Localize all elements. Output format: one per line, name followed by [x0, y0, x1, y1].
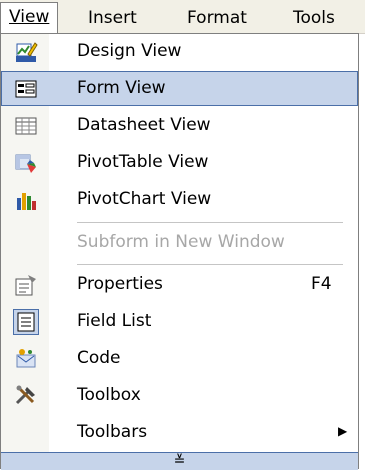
menu-insert-label: Insert — [88, 8, 137, 28]
submenu-arrow-icon: ▶ — [338, 424, 348, 438]
form-view-icon — [14, 77, 38, 101]
menu-separator — [77, 264, 343, 265]
menu-item-field-list[interactable]: Field List — [1, 304, 358, 339]
menu-separator — [77, 222, 343, 223]
expand-menu-button[interactable]: ≚ — [1, 452, 358, 470]
code-icon — [14, 347, 38, 371]
menu-item-properties[interactable]: Properties F4 — [1, 267, 358, 302]
menu-tools-label: Tools — [293, 8, 335, 28]
menu-item-form-view[interactable]: Form View — [1, 71, 358, 106]
menu-item-label: PivotChart View — [77, 189, 212, 209]
menu-item-label: Datasheet View — [77, 115, 211, 135]
menu-item-label: Toolbox — [77, 385, 141, 405]
menu-view[interactable]: View — [0, 2, 59, 34]
menu-item-code[interactable]: Code — [1, 341, 358, 376]
properties-icon — [14, 273, 38, 297]
double-chevron-down-icon: ≚ — [173, 453, 186, 469]
field-list-icon — [14, 310, 38, 334]
menu-item-label: Subform in New Window — [77, 232, 285, 252]
menu-item-pivottable-view[interactable]: PivotTable View — [1, 145, 358, 180]
pivottable-view-icon — [14, 151, 38, 175]
view-dropdown-menu: Design View Form View Datasheet View Piv… — [0, 33, 359, 470]
menu-item-datasheet-view[interactable]: Datasheet View — [1, 108, 358, 143]
menu-view-label: View — [9, 7, 50, 27]
menu-format-label: Format — [187, 8, 247, 28]
menu-item-pivotchart-view[interactable]: PivotChart View — [1, 182, 358, 217]
menu-tools[interactable]: Tools — [293, 6, 335, 30]
menu-insert[interactable]: Insert — [88, 6, 137, 30]
pivotchart-view-icon — [14, 188, 38, 212]
menu-item-subform-new-window: Subform in New Window — [1, 225, 358, 260]
properties-shortcut: F4 — [311, 274, 332, 294]
menu-item-design-view[interactable]: Design View — [1, 34, 358, 69]
menu-item-toolbars[interactable]: Toolbars ▶ — [1, 415, 358, 450]
menu-item-label: Toolbars — [77, 422, 148, 442]
menu-item-label: Code — [77, 348, 121, 368]
toolbox-icon — [14, 384, 38, 408]
menu-item-label: Design View — [77, 41, 182, 61]
menu-item-label: Form View — [77, 78, 166, 98]
menu-item-label: Field List — [77, 311, 152, 331]
datasheet-view-icon — [14, 114, 38, 138]
menu-item-label: Properties — [77, 274, 163, 294]
menu-item-toolbox[interactable]: Toolbox — [1, 378, 358, 413]
menu-bar: View Insert Format Tools — [0, 0, 365, 34]
design-view-icon — [14, 40, 38, 64]
menu-format[interactable]: Format — [187, 6, 247, 30]
menu-item-label: PivotTable View — [77, 152, 209, 172]
